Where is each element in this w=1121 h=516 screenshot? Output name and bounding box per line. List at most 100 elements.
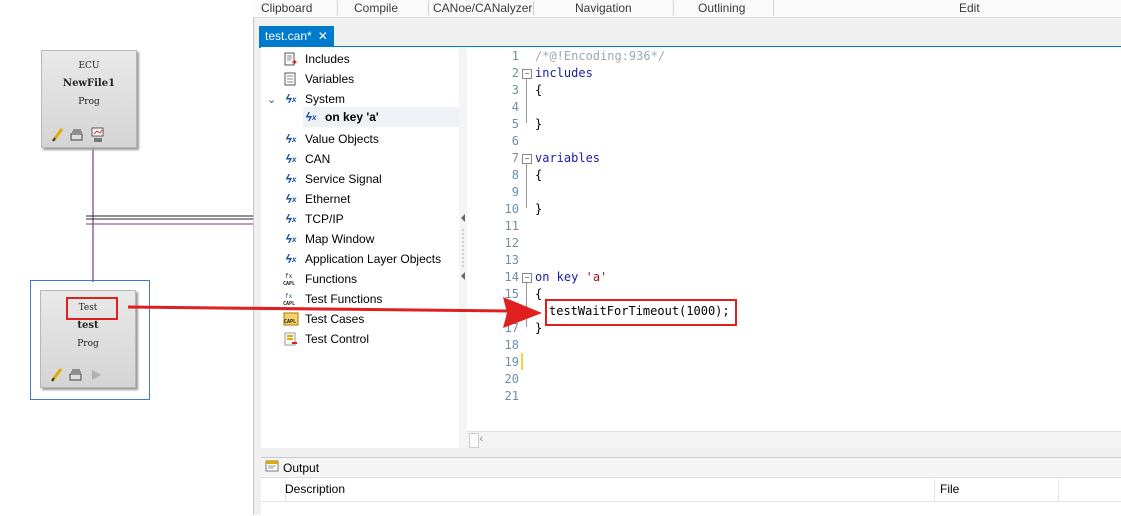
line-number: 2 [511,66,519,80]
changed-line-marker [521,353,523,370]
svg-text:fx: fx [285,273,293,280]
tree-item-label: Test Functions [305,292,383,306]
line-number: 6 [511,134,519,148]
tree-item-label: CAN [305,152,331,166]
line-number: 18 [504,338,519,352]
ribbon-group-canoe: CANoe/CANalyzer [433,1,533,15]
line-number: 1 [511,49,519,63]
capl-testcase-icon: CAPL [283,311,299,327]
horizontal-scrollbar[interactable]: ‹ [467,431,1121,448]
play-icon[interactable] [89,367,103,381]
code-line-2: includes [535,66,593,80]
ribbon-group-navigation: Navigation [575,1,632,15]
node-type-label: ECU [78,61,100,71]
code-line-3: { [535,83,543,97]
tree-item-ethernet[interactable]: ϟx Ethernet [283,189,351,209]
line-number: 8 [511,168,519,182]
tree-item-variables[interactable]: Variables [283,69,354,89]
tree-item-tcpip[interactable]: ϟx TCP/IP [283,209,344,229]
tree-item-map-window[interactable]: ϟx Map Window [283,229,375,249]
fold-guide [526,283,527,327]
tree-item-functions[interactable]: fx CAPL Functions [283,269,357,289]
tree-item-label: System [305,92,346,106]
stack-icon[interactable] [70,127,84,141]
ribbon-group-labels: Clipboard Compile CANoe/CANalyzer Naviga… [253,0,1121,18]
tree-item-label: TCP/IP [305,212,344,226]
fold-toggle[interactable]: − [522,273,532,283]
event-icon: ϟx [285,212,297,226]
tree-item-label: Map Window [305,232,375,246]
tree-item-label: Test Control [305,332,370,346]
fold-toggle[interactable]: − [522,154,532,164]
line-number: 11 [504,219,519,233]
line-number: 4 [511,100,519,114]
svg-text:CAPL: CAPL [284,319,296,325]
pane-splitter[interactable] [459,47,467,448]
tree-item-includes[interactable]: Includes [283,49,350,69]
code-line-8: { [535,168,543,182]
pencil-icon[interactable] [50,127,64,142]
output-window-icon [265,460,279,475]
line-number: 5 [511,117,519,131]
pencil-icon[interactable] [49,367,63,382]
tree-item-application-layer-objects[interactable]: ϟx Application Layer Objects [283,249,441,269]
code-line-17: } [535,321,543,335]
tree-item-label: Includes [305,52,350,66]
event-icon: ϟx [285,92,297,106]
column-description[interactable]: Description [285,482,345,496]
column-file[interactable]: File [940,482,959,496]
node-mode-label: Prog [78,97,100,107]
variables-icon [283,71,299,87]
chevron-down-icon[interactable]: ⌄ [267,93,277,106]
chevron-left-icon[interactable]: ‹ [479,432,483,445]
event-icon: ϟx [305,110,317,124]
capl-function-icon: fx CAPL [283,271,299,287]
svg-text:CAPL: CAPL [283,281,295,286]
node-name-label: NewFile1 [62,78,116,89]
capl-function-icon: fx CAPL [283,291,299,307]
ribbon-separator [428,1,429,15]
tree-item-on-key-a[interactable]: ϟx on key 'a' [303,107,459,127]
code-line-5: } [535,117,543,131]
line-number: 9 [511,185,519,199]
tree-item-test-cases[interactable]: CAPL Test Cases [283,309,364,329]
ribbon-group-outlining: Outlining [698,1,746,15]
tab-test-can[interactable]: test.can* ✕ [259,26,334,46]
tree-item-service-signal[interactable]: ϟx Service Signal [283,169,382,189]
tab-label: test.can* [265,29,312,43]
event-icon: ϟx [285,232,297,246]
ribbon-separator [773,1,774,15]
tree-item-label: Functions [305,272,358,286]
tree-item-test-control[interactable]: Test Control [283,329,369,349]
fold-toggle[interactable]: − [522,69,532,79]
capl-event-tree: Includes Variables ⌄ ϟx System ϟx on key… [261,47,461,448]
tree-item-system[interactable]: ⌄ ϟx System [267,89,345,109]
output-column-headers: Description File [261,479,1121,502]
simulation-setup-canvas: ECU NewFile1 Prog Test test Prog [0,0,253,515]
event-icon: ϟx [285,192,297,206]
line-number: 17 [504,321,519,335]
code-line-10: } [535,202,543,216]
key-literal: 'a' [585,270,608,284]
line-number: 16 [504,304,519,318]
ecu-node-newfile1[interactable]: ECU NewFile1 Prog [41,50,137,148]
line-number: 10 [504,202,519,216]
stack-icon[interactable] [69,367,83,381]
line-number: 12 [504,236,519,250]
tree-item-value-objects[interactable]: ϟx Value Objects [283,129,379,149]
line-number: 15 [504,287,519,301]
tree-item-test-functions[interactable]: fx CAPL Test Functions [283,289,382,309]
tree-item-label: Test Cases [305,312,365,326]
code-line-7: variables [535,151,601,165]
svg-text:fx: fx [285,293,293,300]
tree-item-label: Ethernet [305,192,351,206]
tree-item-can[interactable]: ϟx CAN [283,149,331,169]
ribbon-group-clipboard: Clipboard [261,1,313,15]
code-line-14: on key 'a' [535,270,607,284]
tree-item-label: Service Signal [305,172,382,186]
tree-item-label: Variables [305,72,355,86]
annotation-highlight-code [545,299,737,326]
close-icon[interactable]: ✕ [318,29,328,43]
measure-icon[interactable] [90,127,104,142]
code-editor[interactable]: 1 2 3 4 5 6 7 8 9 10 11 12 13 14 15 16 1… [467,47,1121,431]
